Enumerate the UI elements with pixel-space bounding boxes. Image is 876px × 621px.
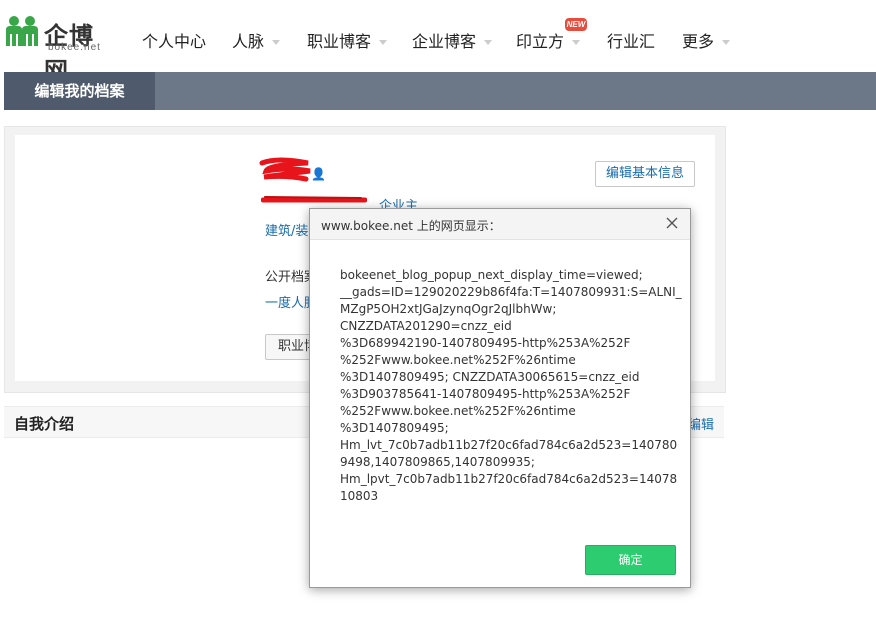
redacted-title-scribble: [261, 196, 367, 203]
close-icon[interactable]: [664, 215, 680, 231]
message-line: %252Fwww.bokee.net%252F%26ntime: [340, 404, 576, 418]
nav-label: 个人中心: [142, 32, 207, 51]
alert-dialog: www.bokee.net 上的网页显示： bokeenet_blog_popu…: [309, 208, 691, 588]
nav-label: 行业汇: [607, 32, 656, 51]
nav-item-more[interactable]: 更多: [682, 28, 731, 52]
new-badge: NEW: [565, 18, 587, 31]
nav-item-industry-hub[interactable]: 行业汇: [607, 28, 655, 52]
nav-label: 印立方: [516, 32, 565, 51]
message-line: %3D903785641-1407809495-http%253A%252F: [340, 387, 631, 401]
nav-item-enterprise-blog[interactable]: 企业博客: [412, 28, 493, 52]
message-line: CNZZDATA201290=cnzz_eid: [340, 319, 512, 333]
message-line: %3D689942190-1407809495-http%253A%252F: [340, 336, 631, 350]
message-line: %3D1407809495; CNZZDATA30065615=cnzz_eid: [340, 370, 640, 384]
message-line: %3D1407809495;: [340, 421, 449, 435]
message-line: bokeenet_blog_popup_next_display_time=vi…: [340, 268, 643, 282]
nav-item-yinlifang[interactable]: 印立方: [516, 28, 581, 52]
nav-label: 人脉: [232, 32, 265, 51]
caret-down-icon: [379, 40, 388, 45]
top-navigation: 企博网 bokee.net 个人中心 人脉 职业博客 企业博客 印立方 NEW …: [0, 0, 876, 85]
site-logo[interactable]: 企博网 bokee.net: [4, 14, 114, 85]
self-intro-title: 自我介绍: [14, 415, 75, 433]
page-header-bar: 编辑我的档案: [4, 72, 876, 110]
message-line: Hm_lvt_7c0b7adb11b27f20c6fad784c6a2d523=…: [340, 438, 678, 452]
message-line: Hm_lpvt_7c0b7adb11b27f20c6fad784c6a2d523…: [340, 472, 678, 486]
edit-basic-info-button[interactable]: 编辑基本信息: [595, 161, 695, 187]
tab-edit-profile[interactable]: 编辑我的档案: [4, 72, 155, 110]
caret-down-icon: [484, 40, 493, 45]
person-icon: 👤: [311, 167, 326, 181]
nav-item-career-blog[interactable]: 职业博客: [307, 28, 388, 52]
message-line: 9498,1407809865,1407809935;: [340, 455, 535, 469]
nav-label: 更多: [682, 32, 715, 51]
ok-button[interactable]: 确定: [585, 545, 676, 575]
message-line: %252Fwww.bokee.net%252F%26ntime: [340, 353, 576, 367]
redacted-name-scribble: [259, 157, 311, 182]
logo-domain: bokee.net: [48, 42, 101, 53]
nav-label: 企业博客: [412, 32, 477, 51]
message-line: MZgP5OH2xtJGaJzynqOgr2qJlbhWw;: [340, 302, 557, 316]
dialog-message: bokeenet_blog_popup_next_display_time=vi…: [340, 267, 682, 505]
message-line: __gads=ID=129020229b86f4fa:T=1407809931:…: [340, 285, 682, 299]
nav-label: 职业博客: [307, 32, 372, 51]
message-line: 10803: [340, 489, 379, 503]
self-intro-edit-link[interactable]: 编辑: [688, 414, 714, 433]
dialog-header: www.bokee.net 上的网页显示：: [310, 209, 690, 240]
nav-item-connections[interactable]: 人脉: [232, 28, 281, 52]
caret-down-icon: [572, 40, 581, 45]
caret-down-icon: [272, 40, 281, 45]
dialog-title: www.bokee.net 上的网页显示：: [321, 219, 501, 233]
nav-item-personal-center[interactable]: 个人中心: [142, 28, 206, 52]
caret-down-icon: [722, 40, 731, 45]
logo-people-icon: [6, 16, 38, 46]
